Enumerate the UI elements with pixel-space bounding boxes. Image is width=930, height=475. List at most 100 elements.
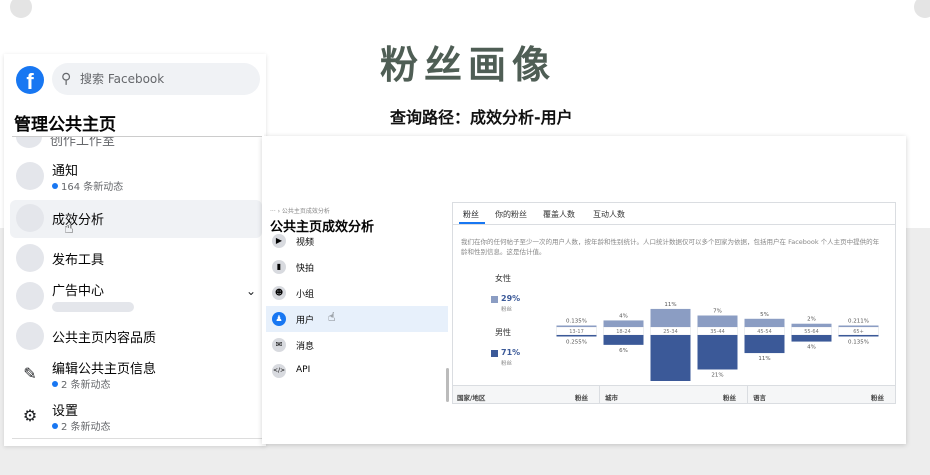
menu-item-label: 公共主页内容品质	[52, 331, 157, 346]
stories-icon: ▮	[272, 260, 286, 274]
tab-reach[interactable]: 覆盖人数	[543, 209, 575, 220]
column-header-fans[interactable]: 粉丝	[575, 392, 588, 402]
menu-item-label: 发布工具	[52, 253, 105, 268]
data-label-male: 21%	[711, 373, 723, 379]
data-label-male: 0.255%	[566, 340, 587, 346]
tab-fans[interactable]: 粉丝	[463, 209, 479, 220]
search-placeholder: 搜索 Facebook	[80, 72, 165, 86]
data-label-male: 11%	[758, 356, 770, 362]
bar-male[interactable]	[744, 335, 785, 354]
male-percent-sub: 粉丝	[501, 361, 513, 367]
legend-female-label: 女性	[495, 274, 511, 283]
column-header-country[interactable]: 国家/地区	[457, 392, 485, 402]
data-label-female: 0.211%	[848, 319, 869, 325]
data-label-female: 7%	[713, 309, 722, 315]
insights-nav: ▶ 视频 ▮ 快拍 ☻ 小组 ♟ 用户 ☝ ✉ 消息 </> API	[266, 230, 452, 400]
x-tick-label: 65+	[853, 329, 864, 335]
x-tick-label: 13-17	[569, 329, 584, 335]
column-header-fans[interactable]: 粉丝	[723, 392, 736, 402]
female-percent: 29%	[501, 294, 521, 303]
x-tick-label: 25-34	[663, 329, 678, 335]
data-label-female: 4%	[619, 313, 628, 319]
bar-male[interactable]	[697, 335, 738, 370]
people-icon: ♟	[272, 312, 286, 326]
search-input[interactable]: ⚲ 搜索 Facebook	[52, 63, 260, 95]
menu-item-label: 广告中心	[52, 284, 105, 299]
nav-item-messages[interactable]: ✉ 消息	[266, 332, 448, 358]
gear-icon: ⚙	[22, 406, 38, 425]
video-icon: ▶	[272, 234, 286, 248]
nav-item-groups[interactable]: ☻ 小组	[266, 280, 448, 306]
x-tick-label: 55-64	[804, 329, 819, 335]
menu-item-edit-page-info[interactable]: ✎ 编辑公共主页信息 2 条新动态	[10, 356, 262, 394]
male-percent: 71%	[501, 348, 521, 357]
nav-item-api[interactable]: </> API	[266, 358, 448, 384]
menu-item-ad-center[interactable]: 广告中心 ⌄	[10, 278, 262, 316]
facebook-page-menu: f ⚲ 搜索 Facebook 创作工作室 管理公共主页 通知 164 条新动态…	[4, 54, 266, 446]
menu-item-label: 编辑公共主页信息	[52, 362, 157, 377]
bar-male[interactable]	[603, 335, 644, 345]
chevron-down-icon[interactable]: ⌄	[246, 284, 256, 298]
menu-item-label: 成效分析	[52, 213, 105, 228]
legend-male-swatch	[491, 350, 498, 357]
menu-item-notifications[interactable]: 通知 164 条新动态	[10, 158, 262, 196]
data-label-female: 11%	[664, 302, 676, 308]
facebook-logo-icon[interactable]: f	[16, 66, 44, 94]
table-header: 国家/地区 粉丝 城市 粉丝 语言 粉丝	[453, 385, 895, 404]
data-label-female: 2%	[807, 317, 816, 323]
menu-item-page-quality[interactable]: 公共主页内容品质	[10, 318, 262, 356]
legend-male-label: 男性	[495, 328, 511, 337]
placeholder-bar	[52, 302, 134, 312]
bar-female[interactable]	[791, 323, 832, 327]
bar-female[interactable]	[838, 325, 879, 328]
scrollbar[interactable]	[446, 368, 449, 402]
column-header-fans[interactable]: 粉丝	[871, 392, 884, 402]
nav-item-video[interactable]: ▶ 视频	[266, 230, 448, 254]
menu-item-publishing-tools[interactable]: 发布工具	[10, 240, 262, 278]
page-quality-icon	[16, 322, 44, 350]
female-percent-sub: 粉丝	[501, 307, 513, 313]
bar-female[interactable]	[650, 308, 691, 327]
page-title: 管理公共主页	[14, 110, 264, 136]
bar-female[interactable]	[744, 318, 785, 327]
bar-female[interactable]	[697, 315, 738, 328]
bar-male[interactable]	[556, 335, 597, 337]
x-tick-label: 18-24	[616, 329, 631, 335]
menu-item-status: 2 条新动态	[52, 376, 111, 391]
divider	[12, 438, 262, 439]
decorative-dot	[914, 0, 930, 18]
active-tab-indicator	[459, 222, 485, 224]
code-icon: </>	[272, 364, 286, 378]
notification-icon	[16, 162, 44, 190]
pencil-icon: ✎	[23, 364, 37, 383]
insights-screenshot: ··· › 公共主页成效分析 公共主页成效分析 ▶ 视频 ▮ 快拍 ☻ 小组 ♟…	[262, 136, 906, 444]
x-tick-label: 45-54	[757, 329, 772, 335]
slide-subtitle: 查询路径：成效分析-用户	[390, 108, 573, 127]
breadcrumb: ··· › 公共主页成效分析	[270, 208, 330, 215]
bar-male[interactable]	[791, 335, 832, 342]
data-label-male: 0.135%	[848, 340, 869, 346]
hand-cursor-icon: ☝	[328, 310, 336, 324]
column-header-city[interactable]: 城市	[605, 392, 618, 402]
legend-female-swatch	[491, 296, 498, 303]
menu-item-status: 164 条新动态	[52, 178, 123, 193]
menu-item-status: 2 条新动态	[52, 418, 111, 433]
tab-engagement[interactable]: 互动人数	[593, 209, 625, 220]
menu-item-insights[interactable]: 成效分析	[10, 200, 262, 238]
people-chart-card: 粉丝 你的粉丝 覆盖人数 互动人数 我们在你的任何帖子至少一次的用户人数，按年龄…	[452, 202, 896, 404]
age-gender-chart: 13-170.135%0.255%18-244%6%25-3411%28%35-…	[556, 302, 879, 381]
bar-female[interactable]	[556, 325, 597, 328]
tab-your-fans[interactable]: 你的粉丝	[495, 209, 527, 220]
column-header-language[interactable]: 语言	[753, 392, 766, 402]
bar-male[interactable]	[650, 335, 691, 381]
nav-item-people[interactable]: ♟ 用户 ☝	[266, 306, 448, 332]
bar-male[interactable]	[838, 335, 879, 337]
nav-item-stories[interactable]: ▮ 快拍	[266, 254, 448, 280]
data-label-male: 6%	[619, 348, 628, 354]
slide-title: 粉丝画像	[380, 43, 557, 87]
menu-item-label: 设置	[52, 404, 79, 419]
menu-item-settings[interactable]: ⚙ 设置 2 条新动态	[10, 398, 262, 436]
bar-female[interactable]	[603, 320, 644, 327]
data-label-female: 5%	[760, 312, 769, 318]
data-label-male: 4%	[807, 345, 816, 351]
